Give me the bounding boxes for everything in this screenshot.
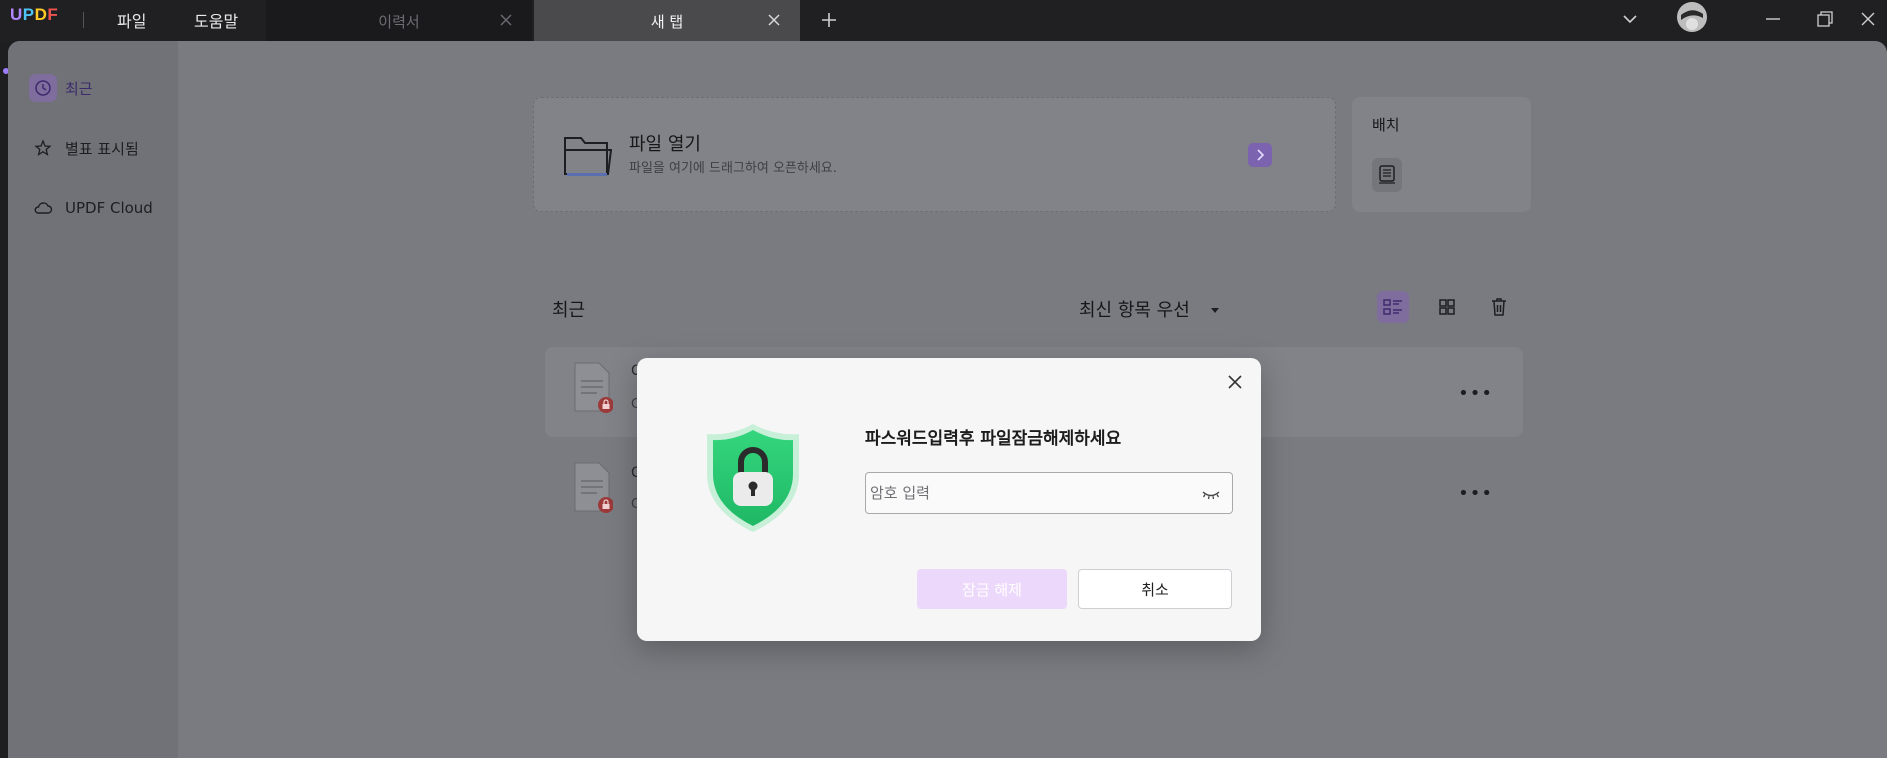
menu-file[interactable]: 파일 xyxy=(117,8,146,32)
sidebar-item-starred[interactable]: 별표 표시됨 xyxy=(29,132,139,164)
restore-icon[interactable] xyxy=(1812,6,1838,32)
dialog-title: 파스워드입력후 파일잠금해제하세요 xyxy=(865,429,1122,449)
clock-icon xyxy=(29,74,57,102)
password-dialog: 파스워드입력후 파일잠금해제하세요 잠금 해제 취소 xyxy=(637,358,1261,641)
batch-label: 배치 xyxy=(1372,116,1400,134)
sidebar-item-cloud[interactable]: UPDF Cloud xyxy=(29,192,153,224)
tab-resume[interactable]: 이력서 xyxy=(266,0,532,41)
close-window-icon[interactable] xyxy=(1855,6,1881,32)
grid-view-icon xyxy=(1439,299,1455,315)
open-file-card[interactable]: 파일 열기 파일을 여기에 드래그하여 오픈하세요. xyxy=(533,97,1336,212)
batch-icon xyxy=(1372,158,1402,192)
menu-help[interactable]: 도움말 xyxy=(194,8,238,32)
tab-label: 새 탭 xyxy=(650,13,684,31)
sidebar-item-recent[interactable]: 최근 xyxy=(29,72,93,104)
sort-dropdown[interactable]: 최신 항목 우선 xyxy=(1079,296,1220,322)
unlock-button[interactable]: 잠금 해제 xyxy=(917,569,1067,609)
add-tab-icon[interactable] xyxy=(818,9,840,31)
eye-closed-icon[interactable] xyxy=(1200,483,1222,505)
open-file-arrow-button[interactable] xyxy=(1248,143,1272,167)
star-icon xyxy=(29,134,57,162)
password-field[interactable] xyxy=(865,472,1233,514)
list-view-icon xyxy=(1383,299,1402,315)
locked-pdf-icon xyxy=(574,362,613,413)
caret-down-icon xyxy=(1210,308,1219,313)
grid-view-button[interactable] xyxy=(1431,291,1463,323)
sidebar-item-label: UPDF Cloud xyxy=(65,199,153,217)
tab-new[interactable]: 새 탭 xyxy=(534,0,800,41)
open-file-subtitle: 파일을 여기에 드래그하여 오픈하세요. xyxy=(629,161,837,176)
open-file-title: 파일 열기 xyxy=(629,134,701,155)
tab-label: 이력서 xyxy=(378,13,420,31)
sidebar: 최근 별표 표시됨 UPDF Cloud xyxy=(8,41,178,758)
close-icon[interactable] xyxy=(766,12,782,28)
title-separator xyxy=(83,12,84,28)
title-bar: UPDF 파일 도움말 이력서 새 탭 xyxy=(0,0,1887,41)
more-options-icon[interactable]: ••• xyxy=(1458,383,1493,404)
chevron-down-icon[interactable] xyxy=(1617,6,1643,32)
cancel-button[interactable]: 취소 xyxy=(1078,569,1232,609)
locked-pdf-icon xyxy=(574,462,613,513)
list-view-button[interactable] xyxy=(1377,291,1409,323)
recent-heading: 최근 xyxy=(552,300,586,321)
updf-logo: UPDF xyxy=(10,5,59,24)
batch-card[interactable]: 배치 xyxy=(1352,97,1531,212)
delete-button[interactable] xyxy=(1483,291,1515,323)
cloud-icon xyxy=(29,194,57,222)
minimize-icon[interactable] xyxy=(1760,6,1786,32)
close-icon[interactable] xyxy=(1223,370,1247,394)
avatar[interactable] xyxy=(1677,2,1707,32)
shield-lock-icon xyxy=(707,424,799,532)
chevron-right-icon xyxy=(1257,149,1265,161)
close-icon[interactable] xyxy=(498,12,514,28)
folder-icon xyxy=(564,137,613,176)
sort-label: 최신 항목 우선 xyxy=(1079,300,1190,321)
password-input[interactable] xyxy=(870,473,1190,513)
trash-icon xyxy=(1492,298,1506,316)
sidebar-item-label: 최근 xyxy=(65,79,93,98)
sidebar-item-label: 별표 표시됨 xyxy=(65,139,139,158)
more-options-icon[interactable]: ••• xyxy=(1458,483,1493,504)
